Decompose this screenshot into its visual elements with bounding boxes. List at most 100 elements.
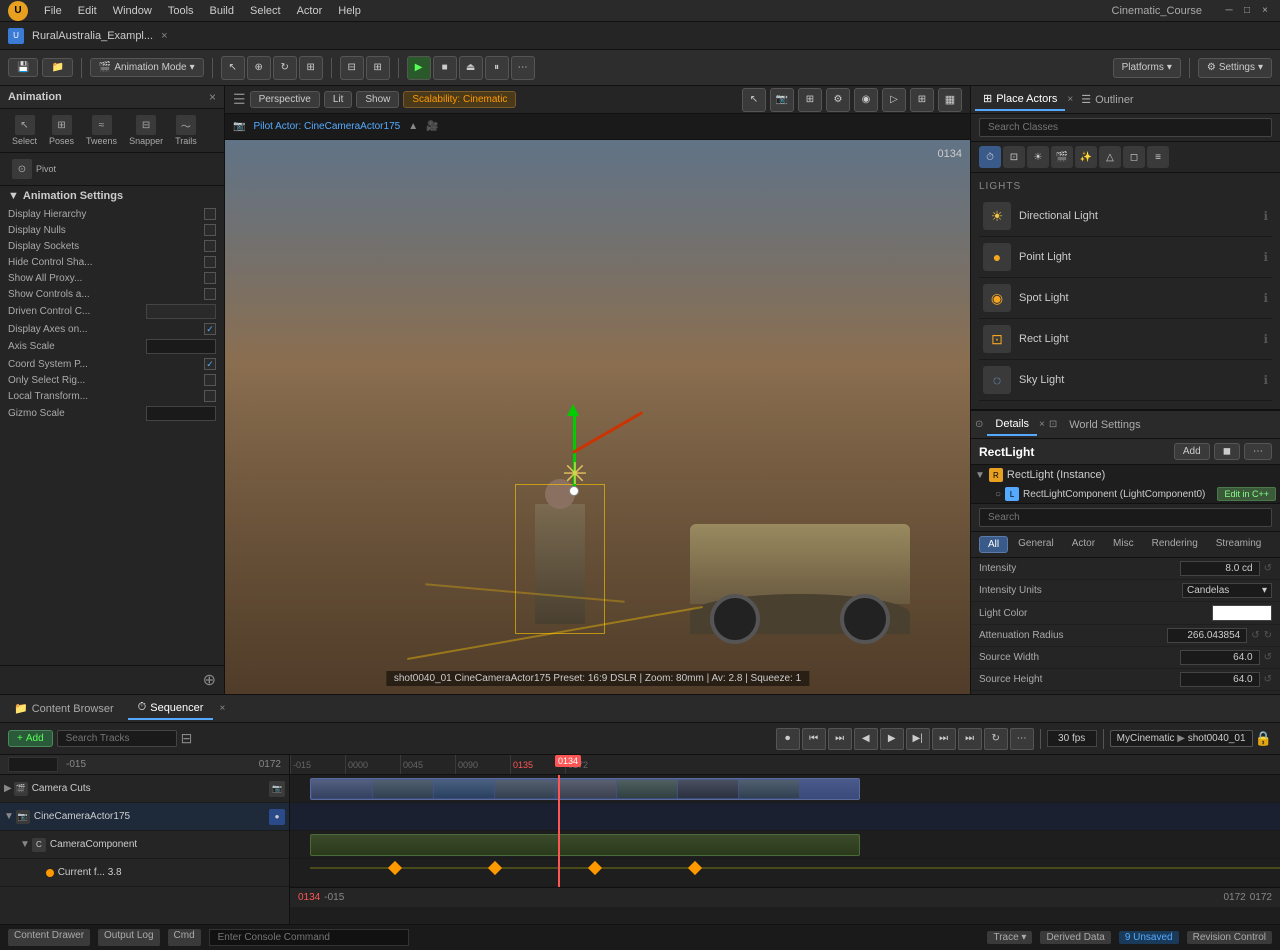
revision-btn[interactable]: Revision Control — [1187, 931, 1272, 944]
select-tool[interactable]: ↖ — [221, 56, 245, 80]
viewport-mode-btn[interactable]: ▦ — [938, 88, 962, 112]
setting-check-0[interactable] — [204, 208, 216, 220]
menu-file[interactable]: File — [36, 3, 70, 19]
search-classes-input[interactable] — [979, 118, 1272, 137]
menu-window[interactable]: Window — [105, 3, 160, 19]
current-frame-input[interactable]: 0134 — [8, 757, 58, 772]
tweens-tool-btn[interactable]: ≈ Tweens — [82, 113, 121, 148]
tab-rendering[interactable]: Rendering — [1144, 536, 1206, 553]
lit-btn[interactable]: Lit — [324, 91, 353, 108]
search-tracks-input[interactable] — [57, 730, 177, 747]
lights-btn[interactable]: ☀ — [1027, 146, 1049, 168]
recently-placed-btn[interactable]: ⏱ — [979, 146, 1001, 168]
details-close[interactable]: × — [1039, 419, 1045, 430]
play-button[interactable]: ▶ — [407, 56, 431, 80]
tab-actor[interactable]: Actor — [1064, 536, 1103, 553]
source-width-arrow[interactable]: ↺ — [1264, 652, 1272, 663]
details-search-input[interactable] — [979, 508, 1272, 527]
filter-icon[interactable]: ⊟ — [181, 730, 193, 747]
seq-extra-btn[interactable]: ⋯ — [1010, 728, 1034, 750]
gizmo-scale-input[interactable]: 1.0 — [146, 406, 216, 421]
intensity-units-dropdown[interactable]: Candelas ▾ — [1182, 583, 1272, 598]
sequencer-close[interactable]: × — [219, 703, 225, 714]
stop-button[interactable]: ■ — [433, 56, 457, 80]
seq-next-frame[interactable]: ▶| — [906, 728, 930, 750]
attenuation-reset-2[interactable]: ↻ — [1264, 630, 1272, 641]
grid-tool[interactable]: ⊞ — [798, 88, 822, 112]
point-light-info[interactable]: ℹ — [1263, 250, 1268, 264]
volumes-btn[interactable]: ◻ — [1123, 146, 1145, 168]
spot-light-info[interactable]: ℹ — [1263, 291, 1268, 305]
camera-cuts-expand[interactable]: ▶ — [4, 783, 12, 794]
tab-place-actors[interactable]: ⊞ Place Actors — [975, 88, 1065, 111]
setting-check-10[interactable] — [204, 374, 216, 386]
camera-add-btn[interactable]: 📷 — [770, 88, 794, 112]
menu-select[interactable]: Select — [242, 3, 289, 19]
spot-light-item[interactable]: ◉ Spot Light ℹ — [979, 278, 1272, 319]
output-log-btn[interactable]: Output Log — [98, 929, 159, 946]
trails-tool-btn[interactable]: 〜 Trails — [171, 113, 201, 148]
actor-sub-row-0[interactable]: ○ L RectLightComponent (LightComponent0)… — [991, 485, 1280, 503]
keyframe-1[interactable] — [388, 861, 402, 875]
pivot-tool-btn[interactable]: ⊙ Pivot — [8, 157, 216, 181]
directional-light-info[interactable]: ℹ — [1263, 209, 1268, 223]
perspective-btn[interactable]: Perspective — [250, 91, 320, 108]
source-height-value[interactable]: 64.0 — [1180, 672, 1260, 687]
pilot-camera-btn[interactable]: 🎥 — [426, 121, 438, 132]
settings-btn[interactable]: ⚙ Settings ▾ — [1198, 58, 1272, 78]
menu-actor[interactable]: Actor — [289, 3, 331, 19]
intensity-reset-icon[interactable]: ↺ — [1264, 563, 1272, 574]
maximize-btn[interactable]: □ — [1240, 4, 1254, 18]
intensity-value[interactable]: 8.0 cd — [1180, 561, 1260, 576]
setting-check-7[interactable] — [204, 323, 216, 335]
seq-prev-frame[interactable]: ◀ — [854, 728, 878, 750]
unsaved-btn[interactable]: 9 Unsaved — [1119, 931, 1179, 944]
console-input[interactable] — [209, 929, 409, 946]
scalability-btn[interactable]: Scalability: Cinematic — [403, 91, 516, 108]
left-panel-close[interactable]: × — [209, 90, 216, 104]
light-color-swatch[interactable] — [1212, 605, 1272, 621]
actor-row-0[interactable]: ▼ R RectLight (Instance) — [971, 465, 1280, 485]
seq-record-btn[interactable]: ⏺ — [776, 728, 800, 750]
lock-icon[interactable]: 🔒 — [1255, 730, 1272, 747]
camera-comp-clip[interactable] — [310, 834, 860, 856]
hamburger-icon[interactable]: ☰ — [233, 91, 246, 108]
content-drawer-btn[interactable]: Content Drawer — [8, 929, 90, 946]
geometry-btn[interactable]: △ — [1099, 146, 1121, 168]
visual-effects-btn[interactable]: ✨ — [1075, 146, 1097, 168]
scale-tool[interactable]: ⊞ — [299, 56, 323, 80]
vr-tool[interactable]: ◉ — [854, 88, 878, 112]
tab-details[interactable]: Details — [987, 414, 1037, 436]
setting-check-1[interactable] — [204, 224, 216, 236]
minimize-btn[interactable]: ─ — [1222, 4, 1236, 18]
panel-expand-btn[interactable]: ⊕ — [203, 670, 216, 690]
menu-build[interactable]: Build — [202, 3, 242, 19]
add-component-btn[interactable]: Add — [1174, 443, 1210, 460]
camera-comp-expand[interactable]: ▼ — [20, 839, 30, 850]
camera-record-btn[interactable]: ● — [269, 809, 285, 825]
seq-start-btn[interactable]: ⏮ — [802, 728, 826, 750]
cine-camera-expand[interactable]: ▼ — [4, 811, 14, 822]
seq-next-key[interactable]: ⏭ — [932, 728, 956, 750]
camera-cuts-camera-btn[interactable]: 📷 — [269, 781, 285, 797]
rect-light-info[interactable]: ℹ — [1263, 332, 1268, 346]
translate-tool[interactable]: ⊕ — [247, 56, 271, 80]
sky-light-info[interactable]: ℹ — [1263, 373, 1268, 387]
expand-tool[interactable]: ▷ — [882, 88, 906, 112]
cursor-tool[interactable]: ↖ — [742, 88, 766, 112]
viewport-content[interactable]: ✳ shot0040_01 CineCameraActor175 Preset:… — [225, 140, 970, 694]
tab-all[interactable]: All — [979, 536, 1008, 553]
driven-control-input[interactable] — [146, 304, 216, 319]
seq-end-btn[interactable]: ⏭ — [958, 728, 982, 750]
sky-light-item[interactable]: ◌ Sky Light ℹ — [979, 360, 1272, 401]
more-play[interactable]: ⋯ — [511, 56, 535, 80]
tab-world-settings[interactable]: World Settings — [1061, 415, 1148, 435]
add-track-btn[interactable]: + Add — [8, 730, 53, 747]
select-tool-btn[interactable]: ↖ Select — [8, 113, 41, 148]
attenuation-reset-1[interactable]: ↺ — [1251, 630, 1259, 641]
setting-check-5[interactable] — [204, 288, 216, 300]
tab-sequencer[interactable]: ⏱ Sequencer — [128, 697, 214, 720]
cmd-btn[interactable]: Cmd — [168, 929, 201, 946]
edit-cpp-btn[interactable]: Edit in C++ — [1217, 487, 1276, 501]
directional-light-item[interactable]: ☀ Directional Light ℹ — [979, 196, 1272, 237]
